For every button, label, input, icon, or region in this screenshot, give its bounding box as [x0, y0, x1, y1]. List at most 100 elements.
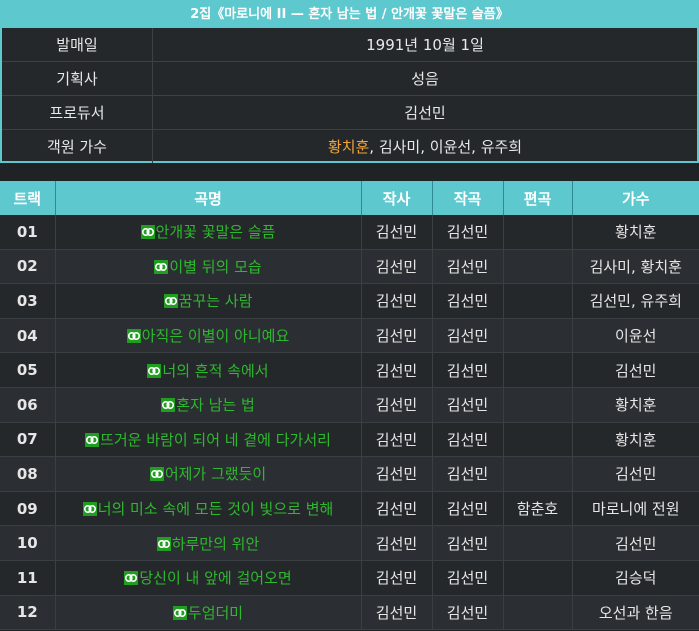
lyricist: 김선민	[361, 215, 433, 250]
track-title-link[interactable]: 아직은 이별이 아니예요	[126, 327, 290, 346]
lyricist: 김선민	[361, 249, 433, 285]
singer: 오선과 한음	[572, 595, 699, 631]
arranger	[503, 560, 573, 596]
link-icon	[149, 467, 164, 482]
lyrics-col-header: 작사	[361, 181, 433, 215]
table-row: 07 뜨거운 바람이 되어 네 곁에 다가서리 김선민 김선민 황치훈	[0, 422, 699, 458]
table-row: 08 어제가 그랬듯이 김선민 김선민 김선민	[0, 456, 699, 492]
track-title: 혼자 남는 법	[176, 396, 255, 415]
lyricist: 김선민	[361, 491, 433, 527]
info-value: 성음	[152, 61, 697, 96]
lyricist: 김선민	[361, 352, 433, 388]
table-row: 06 혼자 남는 법 김선민 김선민 황치훈	[0, 387, 699, 423]
link-icon	[147, 363, 162, 378]
link-icon	[154, 259, 169, 274]
track-title-link[interactable]: 너의 흔적 속에서	[147, 362, 269, 380]
guest-singers-rest: , 김사미, 이윤선, 유주희	[369, 138, 523, 156]
track-number: 12	[0, 595, 56, 631]
lyricist: 김선민	[361, 387, 433, 423]
info-value: 김선민	[152, 95, 697, 130]
track-title-link[interactable]: 당신이 내 앞에 걸어오면	[124, 569, 292, 587]
track-title-link[interactable]: 이별 뒤의 모습	[154, 258, 262, 276]
table-row: 05 너의 흔적 속에서 김선민 김선민 김선민	[0, 352, 699, 388]
track-title-link[interactable]: 어제가 그랬듯이	[149, 465, 267, 484]
singer: 이윤선	[572, 318, 699, 354]
composer-col-header: 작곡	[432, 181, 504, 215]
link-icon	[85, 432, 100, 447]
composer: 김선민	[432, 422, 504, 458]
track-title: 아직은 이별이 아니예요	[141, 327, 290, 346]
composer: 김선민	[432, 491, 504, 527]
arranger	[503, 525, 573, 561]
track-title: 하루만의 위안	[171, 534, 260, 553]
lyricist: 김선민	[361, 560, 433, 596]
track-title-cell: 두엄더미	[55, 595, 362, 631]
track-title-cell: 혼자 남는 법	[55, 387, 362, 423]
link-icon	[126, 329, 141, 344]
track-number: 07	[0, 422, 56, 458]
table-row: 09 너의 미소 속에 모든 것이 빛으로 변해 김선민 김선민 함춘호 마로니에 전원	[0, 491, 699, 527]
track-title-link[interactable]: 꿈꾸는 사람	[163, 292, 252, 310]
info-row: 기획사 성음	[2, 61, 697, 96]
singer: 김선민	[572, 352, 699, 388]
track-title-link[interactable]: 하루만의 위안	[156, 534, 260, 553]
table-row: 01 안개꽃 꽃말은 슬픔 김선민 김선민 황치훈	[0, 215, 699, 250]
track-title-link[interactable]: 너의 미소 속에 모든 것이 빛으로 변해	[82, 500, 333, 518]
album-info-box: 2집《마로니에 II — 혼자 남는 법 / 안개꽃 꽃말은 슬픔》 발매일 19…	[0, 0, 699, 163]
arranger	[503, 456, 573, 492]
info-label: 발매일	[2, 28, 153, 62]
link-icon	[161, 398, 176, 413]
arranger-col-header: 편곡	[503, 181, 573, 215]
info-label: 객원 가수	[2, 129, 153, 163]
composer: 김선민	[432, 387, 504, 423]
track-title-cell: 어제가 그랬듯이	[55, 456, 362, 492]
track-number: 08	[0, 456, 56, 492]
table-row: 02 이별 뒤의 모습 김선민 김선민 김사미, 황치훈	[0, 249, 699, 285]
composer: 김선민	[432, 249, 504, 285]
track-title-cell: 이별 뒤의 모습	[55, 249, 362, 285]
table-row: 12 두엄더미 김선민 김선민 오선과 한음	[0, 595, 699, 631]
lyricist: 김선민	[361, 422, 433, 458]
track-title-link[interactable]: 혼자 남는 법	[161, 396, 255, 414]
arranger	[503, 215, 573, 250]
arranger	[503, 352, 573, 388]
track-col-header: 트랙	[0, 181, 56, 215]
track-title-cell: 꿈꾸는 사람	[55, 283, 362, 319]
guest-singer-highlight[interactable]: 황치훈	[328, 138, 369, 156]
table-row: 03 꿈꾸는 사람 김선민 김선민 김선민, 유주희	[0, 283, 699, 319]
composer: 김선민	[432, 595, 504, 631]
arranger	[503, 387, 573, 423]
table-row: 11 당신이 내 앞에 걸어오면 김선민 김선민 김승덕	[0, 560, 699, 596]
track-title-cell: 안개꽃 꽃말은 슬픔	[55, 215, 362, 250]
track-number: 02	[0, 249, 56, 285]
section-gap	[0, 163, 699, 181]
track-title: 어제가 그랬듯이	[164, 465, 267, 484]
composer: 김선민	[432, 318, 504, 354]
arranger: 함춘호	[503, 491, 573, 527]
singer: 김사미, 황치훈	[572, 249, 699, 285]
link-icon	[172, 605, 187, 620]
track-title-link[interactable]: 뜨거운 바람이 되어 네 곁에 다가서리	[85, 431, 331, 449]
composer: 김선민	[432, 283, 504, 319]
lyricist: 김선민	[361, 456, 433, 492]
guest-singers: 황치훈, 김사미, 이윤선, 유주희	[152, 129, 697, 163]
link-icon	[156, 536, 171, 551]
track-number: 04	[0, 318, 56, 354]
track-number: 03	[0, 283, 56, 319]
table-row: 04 아직은 이별이 아니예요 김선민 김선민 이윤선	[0, 318, 699, 354]
lyricist: 김선민	[361, 318, 433, 354]
composer: 김선민	[432, 215, 504, 250]
composer: 김선민	[432, 560, 504, 596]
info-label: 프로듀서	[2, 95, 153, 130]
singer: 김승덕	[572, 560, 699, 596]
track-number: 05	[0, 352, 56, 388]
singer: 마로니에 전원	[572, 491, 699, 527]
track-title-cell: 너의 미소 속에 모든 것이 빛으로 변해	[55, 491, 362, 527]
track-title-link[interactable]: 안개꽃 꽃말은 슬픔	[140, 223, 275, 241]
track-title-link[interactable]: 두엄더미	[172, 604, 243, 622]
lyricist: 김선민	[361, 525, 433, 561]
info-row-guest: 객원 가수 황치훈, 김사미, 이윤선, 유주희	[2, 129, 697, 163]
info-row: 발매일 1991년 10월 1일	[2, 28, 697, 62]
arranger	[503, 249, 573, 285]
title-col-header: 곡명	[55, 181, 362, 215]
